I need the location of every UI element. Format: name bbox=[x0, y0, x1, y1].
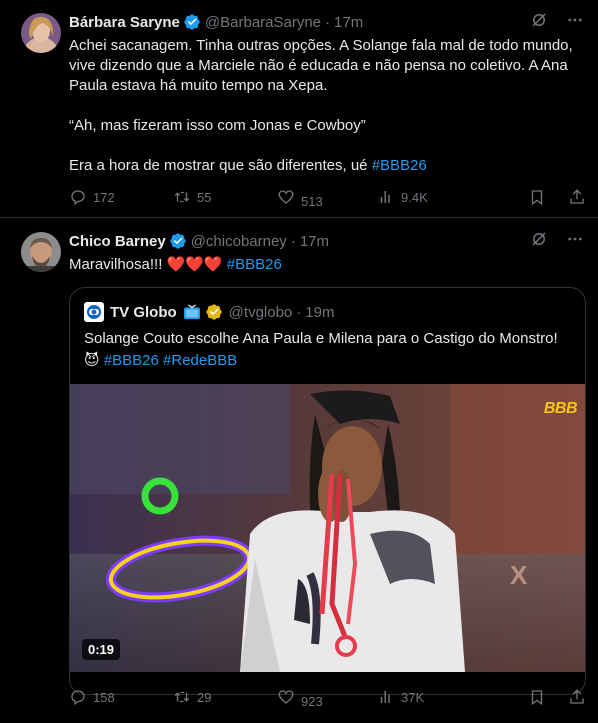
share-icon[interactable] bbox=[568, 688, 586, 706]
reply-count: 158 bbox=[93, 689, 115, 705]
like-button[interactable]: 513 bbox=[277, 186, 377, 209]
tv-icon bbox=[183, 304, 201, 320]
grok-icon[interactable] bbox=[530, 230, 548, 252]
repost-icon bbox=[174, 691, 190, 703]
views-icon bbox=[380, 691, 390, 703]
video-duration: 0:19 bbox=[82, 639, 121, 660]
svg-text:X: X bbox=[510, 560, 528, 590]
grok-icon[interactable] bbox=[530, 11, 548, 33]
views-count: 9.4K bbox=[401, 189, 428, 205]
quote-text-line: Solange Couto escolhe Ana Paula e Milena… bbox=[84, 330, 558, 347]
like-count: 923 bbox=[301, 693, 323, 709]
bookmark-icon[interactable] bbox=[528, 188, 546, 206]
globo-logo-icon bbox=[84, 302, 104, 322]
author-name[interactable]: Chico Barney bbox=[69, 233, 166, 250]
tweet-tools bbox=[528, 188, 586, 206]
repost-icon bbox=[174, 191, 190, 203]
hashtag-link[interactable]: #BBB26 #RedeBBB bbox=[104, 352, 237, 369]
separator: · bbox=[325, 13, 331, 31]
reply-icon bbox=[71, 690, 85, 706]
tweet-text-line: Maravilhosa!!! bbox=[69, 256, 163, 273]
quote-header: TV Globo @tvglobo · 19m bbox=[84, 302, 334, 322]
more-icon[interactable] bbox=[566, 11, 584, 33]
verified-badge-icon bbox=[183, 13, 201, 31]
more-icon[interactable] bbox=[566, 230, 584, 252]
views-icon bbox=[380, 191, 390, 203]
tweet-tools bbox=[528, 688, 586, 706]
author-handle[interactable]: @BarbaraSaryne bbox=[205, 14, 321, 31]
like-icon bbox=[278, 690, 294, 704]
tweet-paragraph: Achei sacanagem. Tinha outras opções. A … bbox=[69, 37, 573, 94]
like-icon bbox=[278, 190, 294, 204]
repost-button[interactable]: 29 bbox=[173, 688, 277, 706]
repost-button[interactable]: 55 bbox=[173, 188, 277, 206]
video-player[interactable]: X BBB 0:19 bbox=[70, 384, 585, 672]
like-button[interactable]: 923 bbox=[277, 686, 377, 709]
avatar[interactable] bbox=[21, 232, 61, 272]
separator: · bbox=[296, 303, 302, 321]
quote-author-handle[interactable]: @tvglobo bbox=[229, 304, 293, 321]
quoted-tweet[interactable]: TV Globo @tvglobo · 19m Solange Couto es… bbox=[69, 287, 586, 695]
quote-author-name[interactable]: TV Globo bbox=[110, 304, 177, 321]
views-button[interactable]: 37K bbox=[377, 688, 477, 706]
author-handle[interactable]: @chicobarney bbox=[191, 233, 287, 250]
tweet-text: Achei sacanagem. Tinha outras opções. A … bbox=[69, 36, 588, 176]
hashtag-link[interactable]: #BBB26 bbox=[372, 157, 427, 174]
reply-count: 172 bbox=[93, 189, 115, 205]
gold-badge-icon bbox=[205, 303, 223, 321]
quote-timestamp[interactable]: 19m bbox=[305, 304, 334, 321]
reply-button[interactable]: 172 bbox=[69, 188, 173, 206]
tweet-text-line: Era a hora de mostrar que são diferentes… bbox=[69, 157, 368, 174]
bookmark-icon[interactable] bbox=[528, 688, 546, 706]
repost-count: 55 bbox=[197, 189, 212, 205]
author-name[interactable]: Bárbara Saryne bbox=[69, 14, 180, 31]
tweet[interactable]: Chico Barney @chicobarney · 17m Maravilh… bbox=[0, 219, 598, 723]
views-button[interactable]: 9.4K bbox=[377, 188, 477, 206]
heart-emoji: ❤️❤️❤️ bbox=[166, 256, 223, 273]
tweet-text: Maravilhosa!!! ❤️❤️❤️ #BBB26 bbox=[69, 255, 588, 275]
action-bar: 172 55 513 9.4K bbox=[69, 186, 586, 209]
like-count: 513 bbox=[301, 193, 323, 209]
timestamp[interactable]: 17m bbox=[334, 14, 363, 31]
hashtag-link[interactable]: #BBB26 bbox=[227, 256, 282, 273]
video-thumbnail: X bbox=[70, 384, 585, 672]
tweet[interactable]: Bárbara Saryne @BarbaraSaryne · 17m Ache… bbox=[0, 0, 598, 218]
repost-count: 29 bbox=[197, 689, 212, 705]
tweet-paragraph: Era a hora de mostrar que são diferentes… bbox=[69, 156, 588, 176]
bbb-logo-icon: BBB bbox=[543, 400, 578, 417]
reply-button[interactable]: 158 bbox=[69, 688, 173, 706]
tweet-header: Chico Barney @chicobarney · 17m bbox=[69, 231, 584, 251]
avatar[interactable] bbox=[21, 13, 61, 53]
separator: · bbox=[290, 232, 296, 250]
verified-badge-icon bbox=[169, 232, 187, 250]
action-bar: 158 29 923 37K bbox=[69, 686, 586, 709]
reply-icon bbox=[71, 190, 85, 206]
share-icon[interactable] bbox=[568, 188, 586, 206]
tweet-header: Bárbara Saryne @BarbaraSaryne · 17m bbox=[69, 12, 584, 32]
tweet-paragraph: “Ah, mas fizeram isso com Jonas e Cowboy… bbox=[69, 117, 366, 134]
quote-text: Solange Couto escolhe Ana Paula e Milena… bbox=[84, 328, 571, 372]
views-count: 37K bbox=[401, 689, 425, 705]
timestamp[interactable]: 17m bbox=[300, 233, 329, 250]
timeline: Bárbara Saryne @BarbaraSaryne · 17m Ache… bbox=[0, 0, 598, 723]
devil-emoji: 😈 bbox=[84, 352, 100, 369]
